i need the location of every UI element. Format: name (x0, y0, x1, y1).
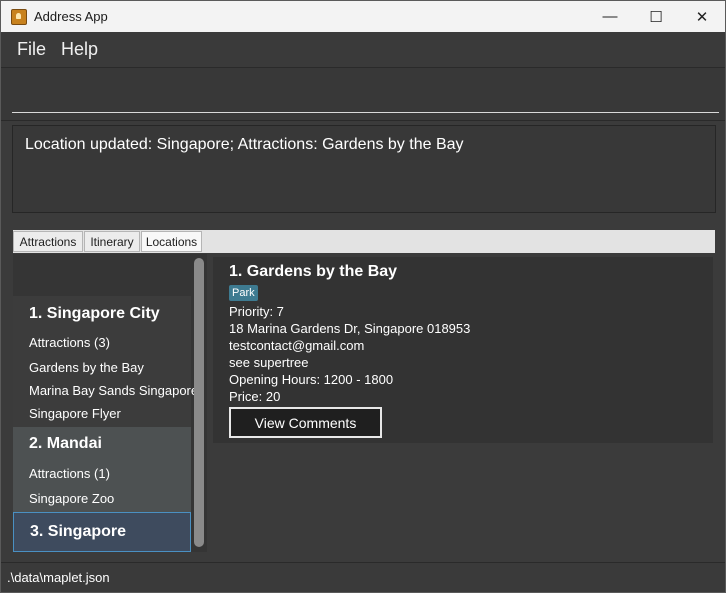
data-file-path: .\data\maplet.json (7, 570, 110, 585)
menu-bar: File Help (1, 32, 725, 68)
location-title: 1. Singapore City (29, 305, 160, 322)
app-icon (11, 9, 27, 25)
location-card-2[interactable]: 2. Mandai Attractions (1) Singapore Zoo (13, 427, 191, 512)
attraction-title: 1. Gardens by the Bay (229, 263, 398, 280)
description-text: see supertree (229, 355, 309, 370)
attraction-detail: 1. Gardens by the Bay Park Priority: 7 1… (213, 257, 713, 443)
minimize-icon: — (602, 8, 618, 25)
location-title: 3. Singapore (30, 523, 127, 540)
close-button[interactable]: ✕ (679, 1, 725, 32)
address-text: 18 Marina Gardens Dr, Singapore 018953 (229, 321, 471, 336)
email-text: testcontact@gmail.com (229, 338, 365, 353)
location-title: 2. Mandai (29, 435, 102, 452)
tab-strip: Attractions Itinerary Locations (13, 230, 715, 253)
location-card-3[interactable]: 3. Singapore (13, 512, 191, 552)
maximize-icon: ☐ (649, 8, 663, 26)
app-window: Address App — ☐ ✕ File Help Location upd… (0, 0, 726, 593)
result-display: Location updated: Singapore; Attractions… (12, 125, 716, 213)
command-input[interactable] (12, 72, 719, 113)
menu-file[interactable]: File (17, 39, 46, 60)
minimize-button[interactable]: — (587, 1, 633, 32)
attraction-item: Gardens by the Bay (29, 360, 144, 375)
location-card-1[interactable]: 1. Singapore City Attractions (3) Garden… (13, 296, 198, 427)
attractions-count: Attractions (1) (29, 466, 110, 481)
opening-hours-text: Opening Hours: 1200 - 1800 (229, 372, 394, 387)
tag-badge: Park (229, 285, 258, 301)
tab-itinerary[interactable]: Itinerary (84, 231, 140, 252)
maximize-button[interactable]: ☐ (633, 1, 679, 32)
attraction-item: Singapore Flyer (29, 406, 121, 421)
status-bar: .\data\maplet.json (1, 563, 725, 592)
tab-attractions[interactable]: Attractions (13, 231, 83, 252)
attractions-count: Attractions (3) (29, 335, 110, 350)
price-text: Price: 20 (229, 389, 281, 404)
attraction-item: Marina Bay Sands Singapore (29, 383, 199, 398)
menu-help[interactable]: Help (61, 39, 98, 60)
tab-locations[interactable]: Locations (141, 231, 202, 252)
attraction-item: Singapore Zoo (29, 491, 115, 506)
command-box (1, 68, 725, 121)
priority-text: Priority: 7 (229, 304, 284, 319)
title-bar[interactable]: Address App — ☐ ✕ (1, 1, 725, 32)
location-list-scrollbar[interactable] (194, 258, 204, 547)
window-title: Address App (34, 9, 108, 24)
result-text: Location updated: Singapore; Attractions… (25, 136, 464, 153)
location-list[interactable]: 1. Singapore City Attractions (3) Garden… (13, 254, 207, 552)
view-comments-button[interactable]: View Comments (229, 407, 382, 438)
close-icon: ✕ (695, 8, 709, 26)
